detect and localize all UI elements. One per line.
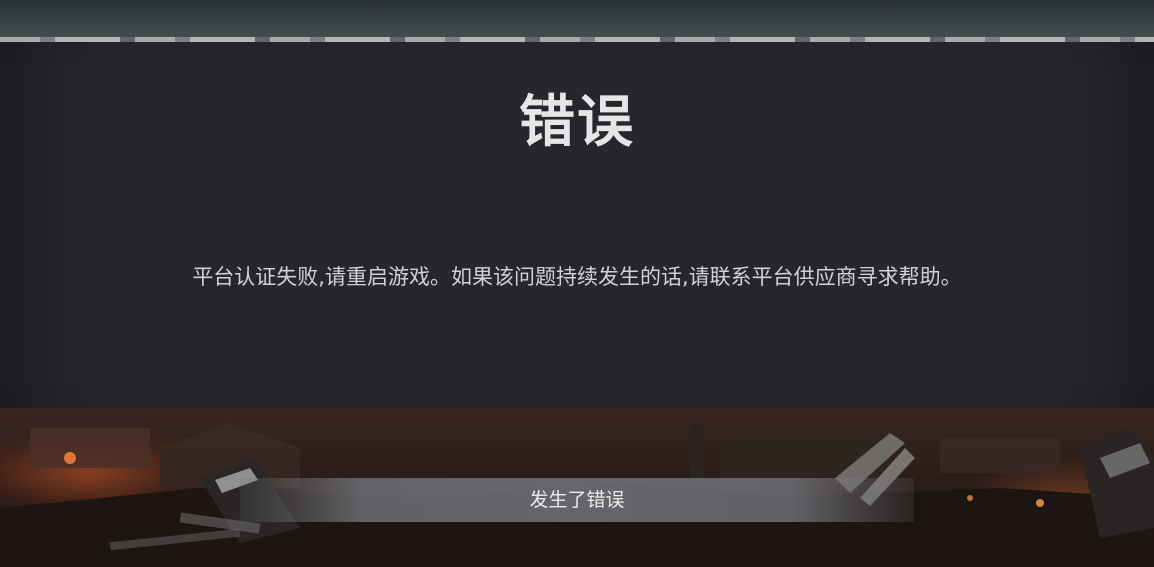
status-bar: 发生了错误 [240,478,914,522]
dialog-title: 错误 [519,90,635,155]
game-screen: 错误 平台认证失败,请重启游戏。如果该问题持续发生的话,请联系平台供应商寻求帮助… [0,0,1154,567]
background-scene-top [0,0,1154,42]
error-dialog: 错误 平台认证失败,请重启游戏。如果该问题持续发生的话,请联系平台供应商寻求帮助… [0,42,1154,408]
status-text: 发生了错误 [529,489,625,511]
error-message: 平台认证失败,请重启游戏。如果该问题持续发生的话,请联系平台供应商寻求帮助。 [192,265,962,289]
